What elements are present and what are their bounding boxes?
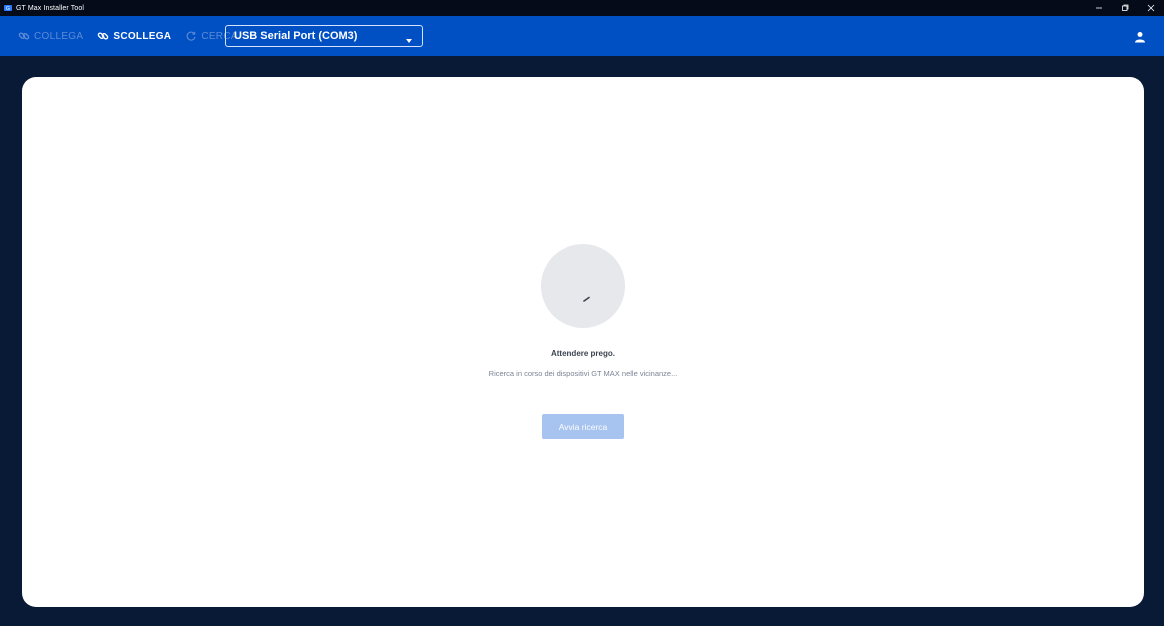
disconnect-label: SCOLLEGA (113, 30, 172, 42)
wait-subtitle: Ricerca in corso dei dispositivi GT MAX … (488, 369, 678, 378)
connect-label: COLLEGA (34, 30, 84, 42)
gt-logo-icon: G (4, 4, 12, 12)
restore-icon[interactable] (1112, 0, 1138, 16)
window-controls (1086, 0, 1164, 16)
loading-spinner (541, 244, 625, 328)
refresh-icon (185, 30, 197, 42)
connect-button[interactable]: COLLEGA (18, 30, 83, 42)
user-icon[interactable] (1134, 30, 1146, 43)
port-select-value: USB Serial Port (COM3) (234, 30, 358, 42)
window-title: GT Max Installer Tool (16, 4, 84, 12)
unlink-icon (97, 30, 109, 42)
spinner-indicator-icon (583, 289, 591, 307)
window-titlebar: G GT Max Installer Tool (0, 0, 1164, 16)
port-select[interactable]: USB Serial Port (COM3) (225, 25, 423, 47)
start-search-button[interactable]: Avvia ricerca (542, 414, 624, 439)
close-icon[interactable] (1138, 0, 1164, 16)
minimize-icon[interactable] (1086, 0, 1112, 16)
disconnect-button[interactable]: SCOLLEGA (97, 30, 171, 42)
link-icon (18, 30, 30, 42)
main-panel: Attendere prego. Ricerca in corso dei di… (22, 77, 1144, 607)
svg-text:G: G (6, 6, 10, 12)
main-toolbar: COLLEGA SCOLLEGA CERCA USB Serial Port (… (0, 16, 1164, 56)
wait-title: Attendere prego. (550, 349, 615, 358)
caret-down-icon (406, 34, 412, 46)
